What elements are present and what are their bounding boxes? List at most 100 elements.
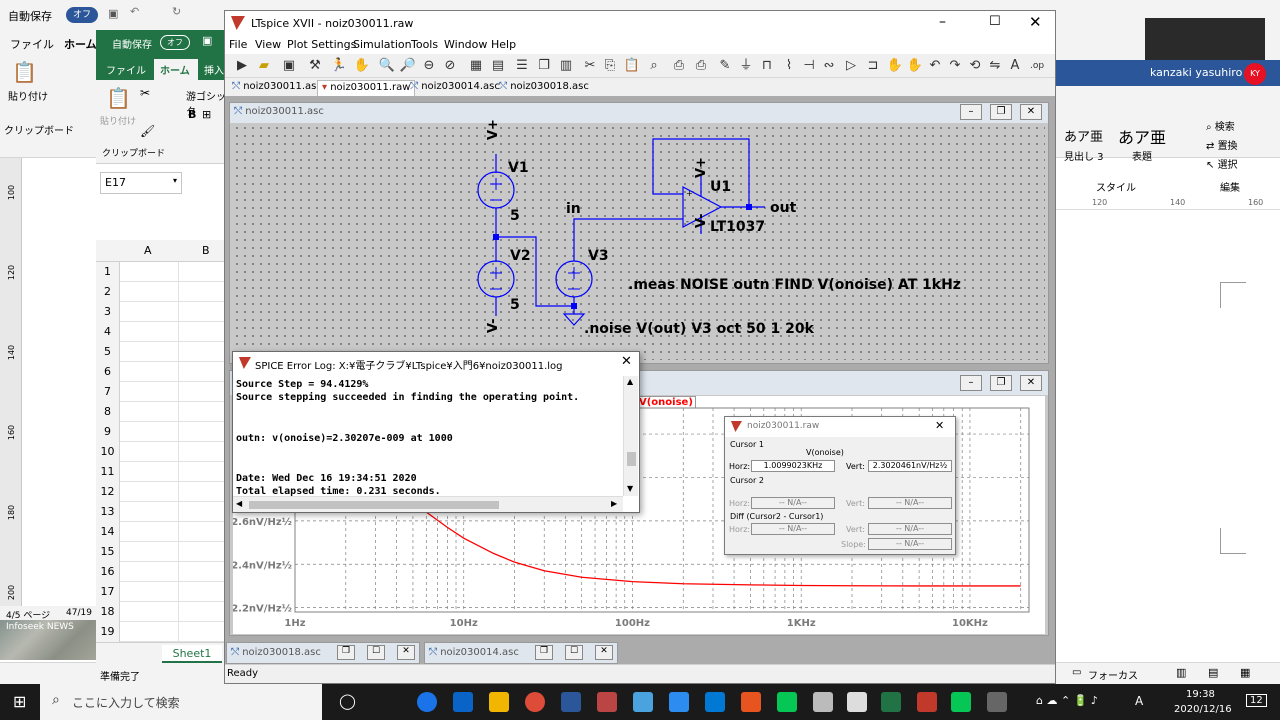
- close-icon[interactable]: ✕: [621, 354, 632, 369]
- cursor1-horz-field[interactable]: 1.0099023KHz: [751, 460, 835, 472]
- excel-row[interactable]: 14: [96, 522, 228, 542]
- close-icon[interactable]: ✕: [935, 419, 944, 432]
- taskbar-search[interactable]: ⌕ ここに入力して検索: [40, 684, 322, 720]
- clock-date[interactable]: 2020/12/16: [1174, 704, 1232, 715]
- net-out-label[interactable]: out: [770, 200, 796, 216]
- ground-icon[interactable]: ⏚: [737, 57, 755, 75]
- word-paste-icon[interactable]: 📋: [12, 60, 37, 84]
- bold-icon[interactable]: B: [188, 108, 196, 121]
- excel-col-b[interactable]: B: [202, 244, 210, 257]
- app-icon[interactable]: [813, 692, 833, 712]
- excel-namebox[interactable]: E17 ▾: [100, 172, 182, 194]
- u1-model[interactable]: LT1037: [710, 219, 765, 235]
- clock-time[interactable]: 19:38: [1186, 689, 1215, 700]
- minimize-icon[interactable]: –: [960, 104, 982, 120]
- v2-value[interactable]: 5: [510, 297, 520, 313]
- menu-window[interactable]: Window: [444, 38, 487, 51]
- excel-row-number[interactable]: 12: [96, 482, 120, 502]
- run-icon[interactable]: 🏃: [330, 57, 348, 75]
- word-focus-label[interactable]: フォーカス: [1088, 667, 1138, 682]
- excel-paste-icon[interactable]: 📋: [106, 86, 131, 110]
- excel-row-number[interactable]: 2: [96, 282, 120, 302]
- word-style-h3-sample[interactable]: あア亜: [1064, 126, 1103, 145]
- excel-col-a[interactable]: A: [144, 244, 152, 257]
- maximize-icon[interactable]: ☐: [989, 14, 1001, 29]
- net-in-label[interactable]: in: [566, 201, 581, 217]
- cursor1-vert-field[interactable]: 2.3020461nV/Hz½: [868, 460, 952, 472]
- excel-row-number[interactable]: 18: [96, 602, 120, 622]
- format-painter-icon[interactable]: 🖌: [140, 124, 155, 138]
- excel-row-number[interactable]: 7: [96, 382, 120, 402]
- app-icon[interactable]: [847, 692, 867, 712]
- outlook-icon[interactable]: [453, 692, 473, 712]
- minimized-window[interactable]: ⤲ noiz030014.asc ❐ ☐ ✕: [424, 642, 618, 664]
- word-focus-icon[interactable]: ▭: [1072, 667, 1081, 678]
- scroll-thumb[interactable]: [249, 501, 499, 509]
- excel-row-number[interactable]: 5: [96, 342, 120, 362]
- excel-row-number[interactable]: 11: [96, 462, 120, 482]
- u1-label[interactable]: U1: [710, 179, 731, 195]
- redo-icon[interactable]: ↷: [946, 57, 964, 75]
- excel-row-number[interactable]: 6: [96, 362, 120, 382]
- excel-row-number[interactable]: 10: [96, 442, 120, 462]
- excel-row[interactable]: 12: [96, 482, 228, 502]
- app-icon[interactable]: [987, 692, 1007, 712]
- app-icon[interactable]: [597, 692, 617, 712]
- component-icon[interactable]: ⊐: [864, 57, 882, 75]
- v1-label[interactable]: V1: [508, 160, 529, 176]
- word-autosave-toggle[interactable]: オフ: [66, 7, 98, 23]
- plot-icon[interactable]: ▤: [489, 57, 507, 75]
- app-icon[interactable]: [633, 692, 653, 712]
- excel-tab-home[interactable]: ホーム: [160, 62, 190, 77]
- print-preview-icon[interactable]: ⎙: [692, 57, 710, 75]
- rotate-icon[interactable]: ⟲: [966, 57, 984, 75]
- move-icon[interactable]: ✋: [886, 57, 904, 75]
- scroll-right-icon[interactable]: ▶: [611, 499, 617, 508]
- maximize-icon[interactable]: ☐: [367, 645, 385, 660]
- drag-icon[interactable]: ✋: [906, 57, 924, 75]
- menu-tools[interactable]: Tools: [411, 38, 438, 51]
- avatar[interactable]: KY: [1244, 63, 1266, 85]
- menu-plot-settings[interactable]: Plot Settings: [287, 38, 356, 51]
- zoom-in-icon[interactable]: 🔍: [378, 57, 396, 75]
- menu-simulation[interactable]: Simulation: [353, 38, 412, 51]
- web-layout-icon[interactable]: ▦: [1240, 666, 1250, 679]
- scroll-down-icon[interactable]: ▼: [627, 484, 633, 493]
- paste-icon[interactable]: 📋: [623, 57, 641, 75]
- close-icon[interactable]: ✕: [1029, 13, 1042, 31]
- excel-row-number[interactable]: 15: [96, 542, 120, 562]
- word-style-title-sample[interactable]: あア亜: [1118, 124, 1166, 148]
- open-icon[interactable]: ▰: [255, 57, 273, 75]
- text-icon[interactable]: A: [1006, 57, 1024, 75]
- word-save-icon[interactable]: ▣: [108, 7, 118, 20]
- excel-row[interactable]: 2: [96, 282, 228, 302]
- zoom-out-icon[interactable]: 🔎: [399, 57, 417, 75]
- new-icon[interactable]: ▶: [233, 57, 251, 75]
- excel-row-number[interactable]: 16: [96, 562, 120, 582]
- read-mode-icon[interactable]: ▥: [1176, 666, 1186, 679]
- close-icon[interactable]: ✕: [595, 645, 613, 660]
- restore-icon[interactable]: ❐: [535, 645, 553, 660]
- wire-icon[interactable]: ✎: [716, 57, 734, 75]
- excel-row[interactable]: 13: [96, 502, 228, 522]
- ime-indicator[interactable]: A: [1135, 694, 1143, 708]
- excel-save-icon[interactable]: ▣: [202, 34, 212, 47]
- resistor-icon[interactable]: ⌇: [780, 57, 798, 75]
- tile-vertical-icon[interactable]: ▥: [557, 57, 575, 75]
- zoom-fit-icon[interactable]: ⊖: [420, 57, 438, 75]
- control-panel-icon[interactable]: ⚒: [306, 57, 324, 75]
- tab-noiz030018-asc[interactable]: ⤲ noiz030018.asc: [495, 80, 593, 96]
- excel-row[interactable]: 4: [96, 322, 228, 342]
- tile-horizontal-icon[interactable]: ☰: [513, 57, 531, 75]
- maximize-icon[interactable]: ☐: [565, 645, 583, 660]
- chrome-icon[interactable]: [525, 692, 545, 712]
- menu-view[interactable]: View: [255, 38, 281, 51]
- v1-value[interactable]: 5: [510, 208, 520, 224]
- tray-icons[interactable]: ⌂ ☁ ⌃ 🔋 ♪: [1036, 694, 1098, 707]
- word-icon[interactable]: [561, 692, 581, 712]
- explorer-icon[interactable]: [489, 692, 509, 712]
- edge-icon[interactable]: [417, 692, 437, 712]
- notification-icon[interactable]: 12: [1246, 694, 1267, 707]
- restore-icon[interactable]: ❐: [337, 645, 355, 660]
- scroll-left-icon[interactable]: ◀: [236, 499, 242, 508]
